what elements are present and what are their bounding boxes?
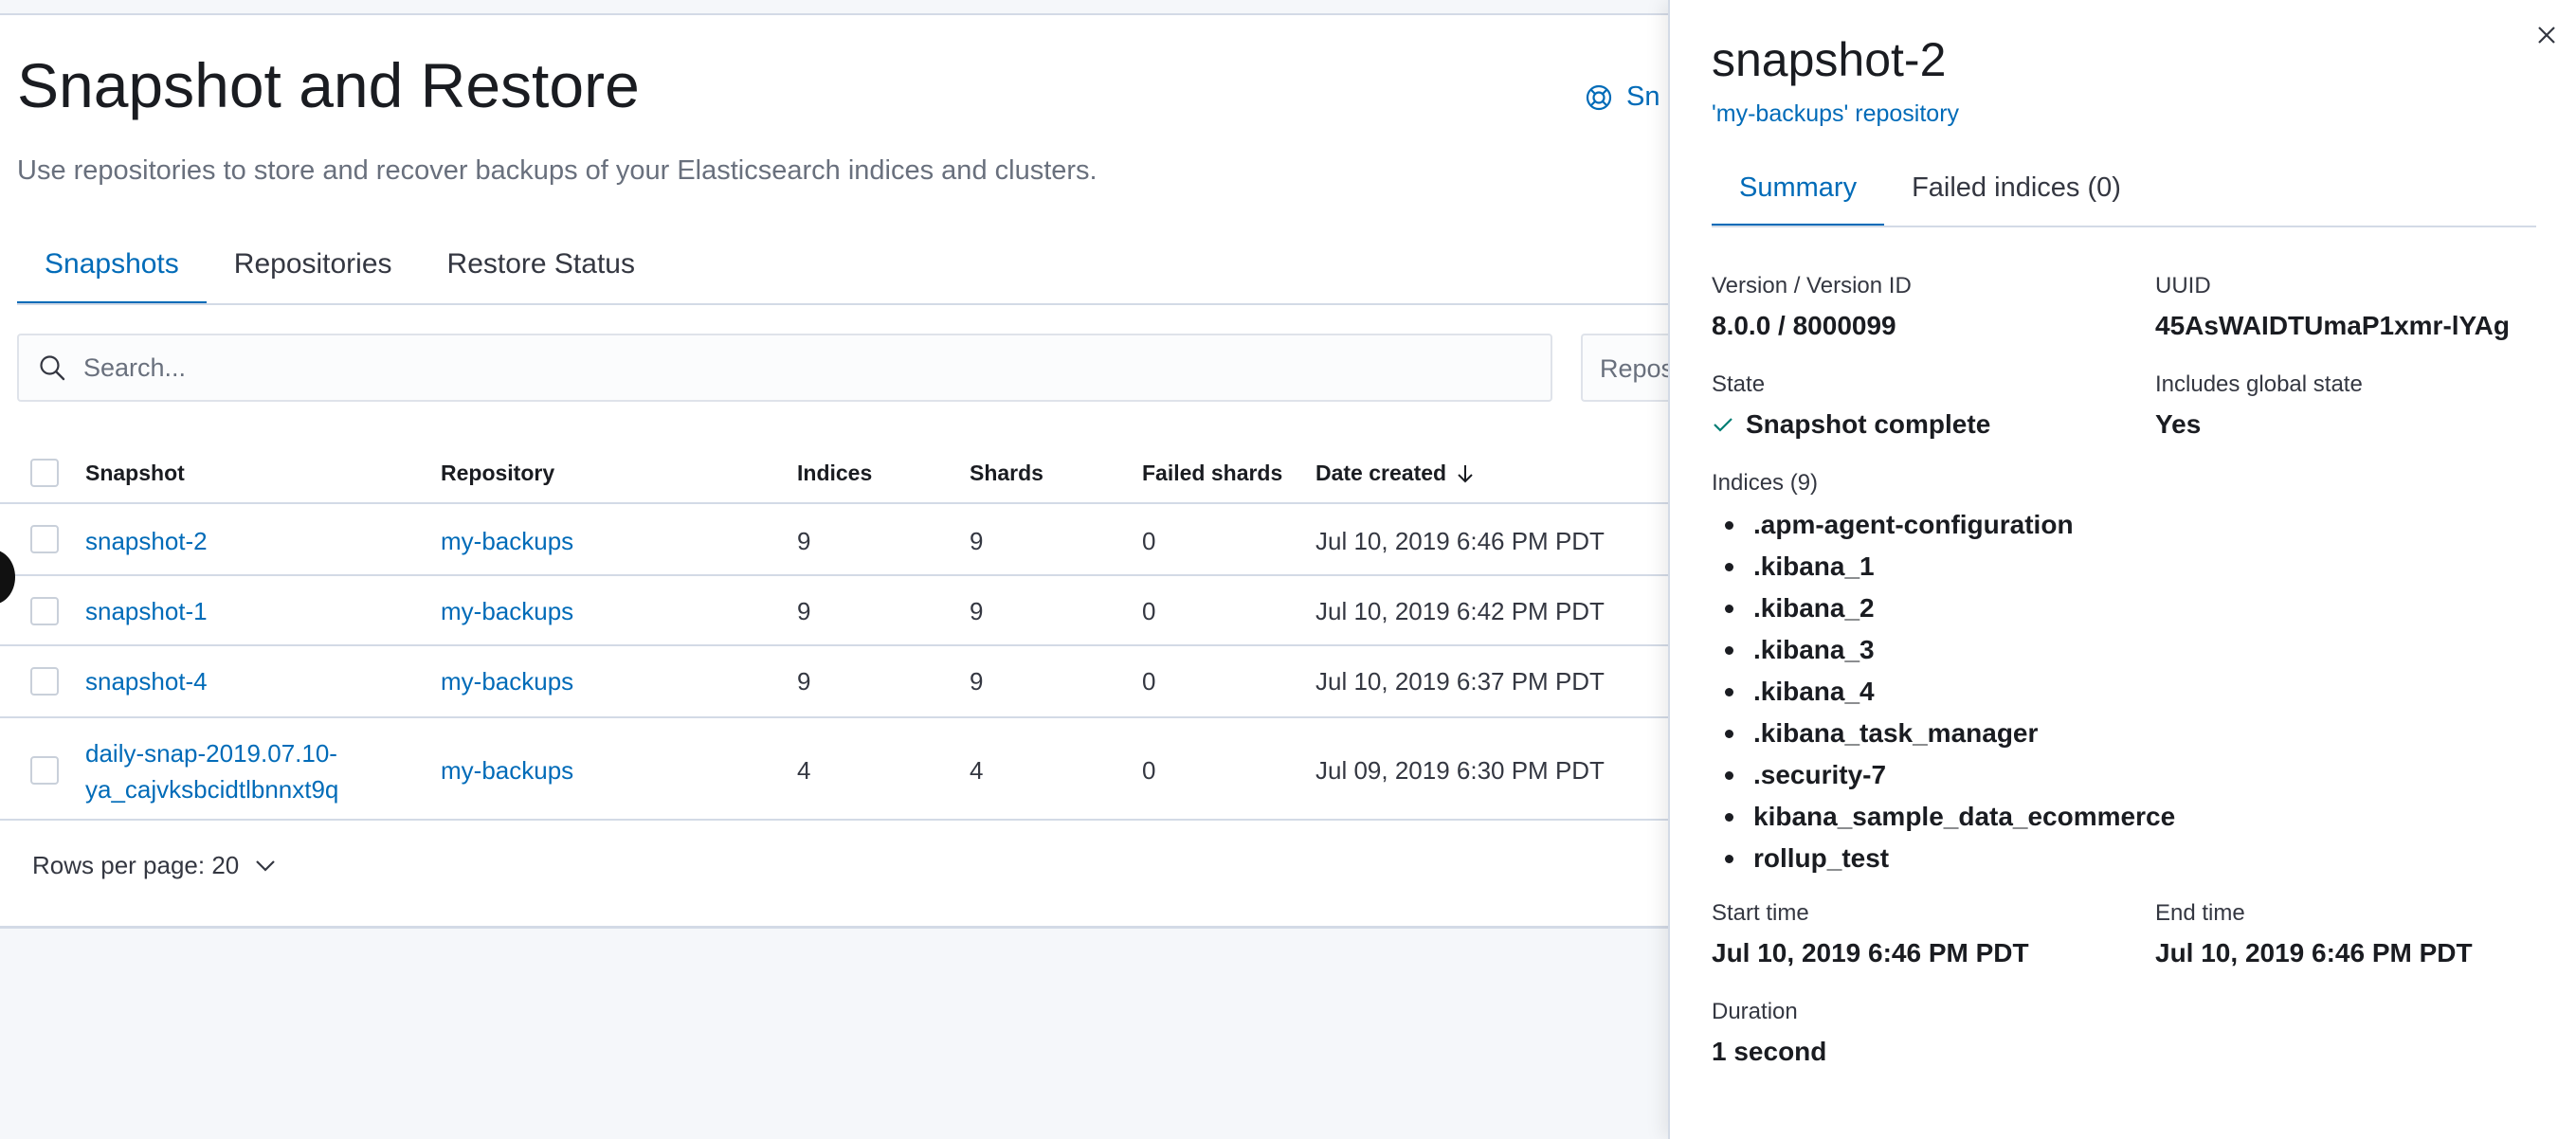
row-checkbox[interactable] [30,597,59,625]
repository-link[interactable]: my-backups [441,756,573,786]
table-row: snapshot-2 my-backups 9 9 0 Jul 10, 2019… [0,504,1668,576]
state-value: Snapshot complete [1712,409,1990,440]
snapshot-link[interactable]: snapshot-2 [85,527,208,556]
list-item: .kibana_2 [1712,588,2175,629]
shards-cell: 9 [970,527,984,555]
tab-snapshots[interactable]: Snapshots [17,235,207,305]
date-created-cell: Jul 10, 2019 6:37 PM PDT [1315,667,1605,696]
snapshot-link-line: daily-snap-2019.07.10- [85,739,337,768]
duration-label: Duration [1712,999,1798,1024]
indices-cell: 9 [797,527,811,555]
uuid-value: 45AsWAIDTUmaP1xmr-lYAg [2155,311,2510,340]
table-header-row: Snapshot Repository Indices Shards Faile… [0,445,1668,504]
version-label: Version / Version ID [1712,273,1912,298]
start-time-value: Jul 10, 2019 6:46 PM PDT [1712,938,2029,967]
flyout-tabs: Summary Failed indices (0) [1712,161,2149,227]
rows-per-page-label: Rows per page: 20 [32,851,240,879]
indices-label: Indices (9) [1712,470,1819,496]
close-button[interactable] [2532,21,2561,49]
col-header-date-created[interactable]: Date created [1315,461,1475,486]
failed-shards-cell: 0 [1142,597,1156,625]
failed-shards-cell: 0 [1142,527,1156,555]
snapshot-link[interactable]: snapshot-4 [85,667,208,696]
table-row: snapshot-1 my-backups 9 9 0 Jul 10, 2019… [0,576,1668,646]
tabs-divider [17,303,1668,305]
help-icon [1585,83,1613,112]
start-time-label: Start time [1712,900,1809,926]
shards-cell: 4 [970,756,984,785]
end-time-value: Jul 10, 2019 6:46 PM PDT [2155,938,2473,967]
col-header-indices[interactable]: Indices [797,461,872,486]
list-item: .kibana_3 [1712,629,2175,671]
tab-restore-status[interactable]: Restore Status [420,235,662,305]
repository-link[interactable]: my-backups [441,597,573,626]
tab-failed-indices[interactable]: Failed indices (0) [1884,161,2149,227]
state-text: Snapshot complete [1746,409,1991,439]
state-label: State [1712,371,1766,397]
list-item: .kibana_4 [1712,671,2175,713]
check-icon [1712,415,1734,434]
repository-link[interactable]: my-backups [441,527,573,556]
docs-link[interactable]: Sn [1585,81,1670,113]
list-item: .kibana_task_manager [1712,713,2175,754]
failed-shards-cell: 0 [1142,756,1156,785]
col-header-snapshot[interactable]: Snapshot [85,461,185,486]
flyout-title: snapshot-2 [1712,33,1947,86]
list-item: .kibana_1 [1712,546,2175,588]
shards-cell: 9 [970,667,984,696]
close-icon [2532,21,2561,49]
snapshot-link[interactable]: daily-snap-2019.07.10- ya_cajvksbcidtlbn… [85,735,338,807]
end-time-label: End time [2155,900,2245,926]
select-all-checkbox[interactable] [30,459,59,487]
chevron-down-icon [254,859,277,874]
row-checkbox[interactable] [30,667,59,696]
date-created-cell: Jul 10, 2019 6:46 PM PDT [1315,527,1605,555]
list-item: .apm-agent-configuration [1712,504,2175,546]
main-tabs: Snapshots Repositories Restore Status [17,235,662,305]
indices-list: .apm-agent-configuration .kibana_1 .kiba… [1712,504,2175,879]
page-description: Use repositories to store and recover ba… [17,155,1098,186]
snapshot-details-flyout: snapshot-2 'my-backups' repository Summa… [1668,0,2576,1139]
sort-down-icon [1456,463,1475,484]
repository-link[interactable]: my-backups [441,667,573,696]
page-title: Snapshot and Restore [17,50,640,120]
search-icon [38,353,66,382]
docs-link-label: Sn [1626,81,1660,112]
rows-per-page-button[interactable]: Rows per page: 20 [32,851,277,880]
table-row: snapshot-4 my-backups 9 9 0 Jul 10, 2019… [0,646,1668,718]
list-item: .security-7 [1712,754,2175,796]
repository-link[interactable]: 'my-backups' repository [1712,100,1959,128]
col-header-date-created-label: Date created [1315,461,1447,485]
flyout-tabs-divider [1712,226,2536,227]
col-header-shards[interactable]: Shards [970,461,1043,486]
indices-cell: 9 [797,667,811,696]
date-created-cell: Jul 10, 2019 6:42 PM PDT [1315,597,1605,625]
snapshot-link-line: ya_cajvksbcidtlbnnxt9q [85,775,339,804]
shards-cell: 9 [970,597,984,625]
failed-shards-cell: 0 [1142,667,1156,696]
global-state-value: Yes [2155,409,2202,439]
search-input[interactable] [83,353,1505,383]
version-value: 8.0.0 / 8000099 [1712,311,1896,340]
col-header-failed-shards[interactable]: Failed shards [1142,461,1282,486]
date-created-cell: Jul 09, 2019 6:30 PM PDT [1315,756,1605,785]
duration-value: 1 second [1712,1037,1827,1066]
indices-cell: 9 [797,597,811,625]
global-state-label: Includes global state [2155,371,2363,397]
search-box[interactable] [17,334,1552,402]
table-row: daily-snap-2019.07.10- ya_cajvksbcidtlbn… [0,718,1668,821]
row-checkbox[interactable] [30,756,59,785]
tab-summary[interactable]: Summary [1712,161,1885,227]
uuid-label: UUID [2155,273,2211,298]
tab-repositories[interactable]: Repositories [207,235,420,305]
snapshot-link[interactable]: snapshot-1 [85,597,208,626]
list-item: kibana_sample_data_ecommerce [1712,796,2175,838]
indices-cell: 4 [797,756,811,785]
col-header-repository[interactable]: Repository [441,461,554,486]
row-checkbox[interactable] [30,525,59,553]
list-item: rollup_test [1712,838,2175,879]
